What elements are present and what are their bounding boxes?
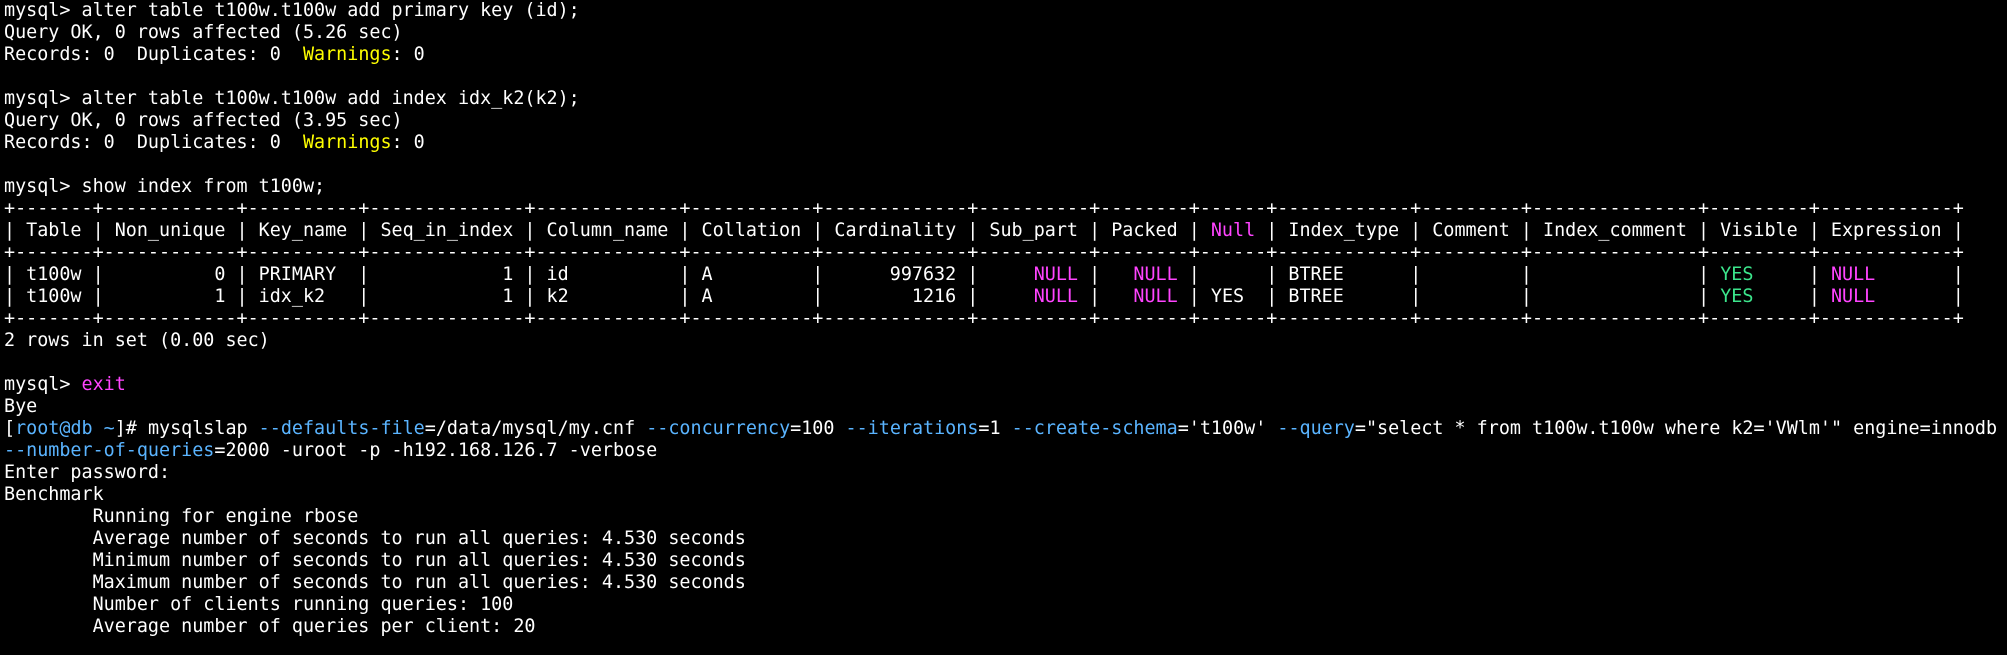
terminal-text: =2000 -uroot -p -h192.168.126.7 -verbose [214,440,658,461]
terminal-line: Running for engine rbose [4,506,2007,528]
highlighted-text: --concurrency [646,418,791,439]
terminal-text: | Table | Non_unique | Key_name | Seq_in… [4,220,1211,241]
terminal-text: Average number of seconds to run all que… [4,528,746,549]
terminal-text: | [1875,264,1964,285]
terminal-text: mysql> [4,374,82,395]
terminal-text: mysql> alter table t100w.t100w add index… [4,88,580,109]
terminal-line: Records: 0 Duplicates: 0 Warnings: 0 [4,132,2007,154]
terminal-text: Benchmark [4,484,104,505]
terminal-line: Enter password: [4,462,2007,484]
highlighted-text: NULL [1133,264,1178,285]
terminal-line: mysql> exit [4,374,2007,396]
terminal-window[interactable]: mysql> alter table t100w.t100w add prima… [0,0,2007,655]
highlighted-text: --create-schema [1011,418,1178,439]
highlighted-text: Warnings [302,44,392,65]
highlighted-text: --query [1277,418,1355,439]
terminal-text: | t100w | 1 | idx_k2 | 1 | k2 | A | 1216… [4,286,1034,307]
terminal-text: ]# mysqlslap [114,418,259,439]
terminal-text: ='t100w' [1177,418,1278,439]
terminal-text: : 0 [391,44,425,65]
terminal-line: +-------+------------+----------+-------… [4,242,2007,264]
highlighted-text: YES [1720,264,1754,285]
terminal-text: Records: 0 Duplicates: 0 [4,44,303,65]
terminal-line: Minimum number of seconds to run all que… [4,550,2007,572]
highlighted-text: NULL [1830,264,1876,285]
terminal-text: Minimum number of seconds to run all que… [4,550,746,571]
terminal-line: 2 rows in set (0.00 sec) [4,330,2007,352]
highlighted-text: NULL [1133,286,1178,307]
highlighted-text: NULL [1033,264,1079,285]
terminal-text: +-------+------------+----------+-------… [4,308,1964,329]
terminal-text: mysql> show index from t100w; [4,176,326,197]
terminal-line: Records: 0 Duplicates: 0 Warnings: 0 [4,44,2007,66]
terminal-text: Average number of queries per client: 20 [4,616,536,637]
terminal-text: Bye [4,396,38,417]
terminal-text: =100 [790,418,846,439]
highlighted-text: Null [1210,220,1256,241]
highlighted-text: Warnings [302,132,392,153]
terminal-text: | [1753,264,1831,285]
terminal-line: --number-of-queries=2000 -uroot -p -h192… [4,440,2007,462]
terminal-line: Average number of seconds to run all que… [4,528,2007,550]
terminal-text: mysql> alter table t100w.t100w add prima… [4,0,580,21]
terminal-text: | t100w | 0 | PRIMARY | 1 | id | A | 997… [4,264,1034,285]
terminal-text: ="select * from t100w.t100w where k2='VW… [1354,418,1998,439]
terminal-line: +-------+------------+----------+-------… [4,198,2007,220]
highlighted-text: exit [81,374,126,395]
terminal-line: Query OK, 0 rows affected (3.95 sec) [4,110,2007,132]
highlighted-text: YES [1720,286,1754,307]
terminal-text: | [1753,286,1831,307]
terminal-text: Maximum number of seconds to run all que… [4,572,746,593]
highlighted-text: NULL [1033,286,1079,307]
terminal-line: | t100w | 0 | PRIMARY | 1 | id | A | 997… [4,264,2007,286]
terminal-line: +-------+------------+----------+-------… [4,308,2007,330]
highlighted-text: --defaults-file [258,418,425,439]
terminal-line: mysql> alter table t100w.t100w add index… [4,88,2007,110]
terminal-text: Number of clients running queries: 100 [4,594,514,615]
terminal-line: Bye [4,396,2007,418]
terminal-line: | t100w | 1 | idx_k2 | 1 | k2 | A | 1216… [4,286,2007,308]
terminal-text: +-------+------------+----------+-------… [4,198,1964,219]
terminal-text: Query OK, 0 rows affected (5.26 sec) [4,22,403,43]
terminal-text: Enter password: [4,462,171,483]
terminal-text: | Index_type | Comment | Index_comment |… [1255,220,1964,241]
terminal-line: Number of clients running queries: 100 [4,594,2007,616]
terminal-text: : 0 [391,132,425,153]
terminal-text: | YES | BTREE | | | [1177,286,1721,307]
terminal-line: Query OK, 0 rows affected (5.26 sec) [4,22,2007,44]
terminal-text: Query OK, 0 rows affected (3.95 sec) [4,110,403,131]
terminal-text: 2 rows in set (0.00 sec) [4,330,270,351]
terminal-line: mysql> show index from t100w; [4,176,2007,198]
terminal-text: =/data/mysql/my.cnf [424,418,647,439]
terminal-line: Maximum number of seconds to run all que… [4,572,2007,594]
terminal-text: +-------+------------+----------+-------… [4,242,1964,263]
terminal-line: Benchmark [4,484,2007,506]
terminal-text: [ [4,418,16,439]
highlighted-text: --number-of-queries [4,440,215,461]
terminal-line: Average number of queries per client: 20 [4,616,2007,638]
highlighted-text: --iterations [845,418,979,439]
terminal-text: Records: 0 Duplicates: 0 [4,132,303,153]
terminal-text: | [1078,264,1134,285]
terminal-text: | [1875,286,1964,307]
highlighted-text: root@db ~ [15,418,115,439]
highlighted-text: NULL [1830,286,1876,307]
terminal-text: | | BTREE | | | [1177,264,1721,285]
terminal-text: | [1078,286,1134,307]
terminal-line: | Table | Non_unique | Key_name | Seq_in… [4,220,2007,242]
terminal-line: [root@db ~]# mysqlslap --defaults-file=/… [4,418,2007,440]
terminal-text: =1 [978,418,1012,439]
terminal-line: mysql> alter table t100w.t100w add prima… [4,0,2007,22]
terminal-text: Running for engine rbose [4,506,359,527]
